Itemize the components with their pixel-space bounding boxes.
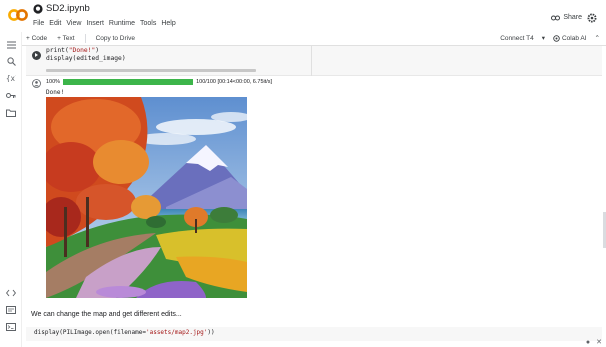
connect-button[interactable]: Connect T4	[500, 35, 533, 42]
notebook-toolbar: + Code + Text Copy to Drive Connect T4 ▾…	[0, 32, 606, 46]
progress-bar-fill	[63, 79, 194, 85]
add-code-button[interactable]: + Code	[26, 35, 47, 42]
menu-insert[interactable]: Insert	[86, 20, 104, 27]
notebook-title[interactable]: SD2.ipynb	[46, 3, 90, 14]
add-text-button[interactable]: + Text	[57, 35, 74, 42]
code-snippets-icon[interactable]	[6, 288, 16, 298]
search-icon[interactable]	[6, 56, 16, 66]
colab-ai-label: Colab AI	[561, 34, 587, 42]
left-sidebar: {x}	[0, 32, 22, 347]
code-string: "Done!"	[68, 47, 96, 54]
code-horizontal-scrollbar[interactable]	[46, 69, 256, 72]
notebook-header: SD2.ipynb File Edit View Insert Runtime …	[0, 0, 606, 32]
folder-icon[interactable]	[6, 108, 16, 118]
output-done-text: Done!	[46, 89, 65, 96]
status-dot-icon: ●	[585, 338, 591, 346]
svg-text:{x}: {x}	[6, 74, 16, 82]
next-code-fn: display(PILImage.open(filename=	[34, 329, 146, 336]
output-user-icon[interactable]	[32, 79, 41, 88]
copy-to-drive-button[interactable]: Copy to Drive	[96, 35, 135, 42]
next-code-line: display(PILImage.open(filename='assets/m…	[34, 329, 215, 336]
code-paren: )	[95, 47, 100, 54]
menu-runtime[interactable]: Runtime	[109, 20, 135, 27]
share-label: Share	[563, 14, 582, 21]
code-fn: print(	[46, 47, 69, 54]
code-cell[interactable]: print("Done!") display(edited_image)	[26, 46, 602, 76]
menu-bar: File Edit View Insert Runtime Tools Help	[33, 20, 176, 27]
toolbar-left: + Code + Text Copy to Drive	[26, 34, 135, 43]
toolbar-divider	[84, 34, 86, 43]
next-code-string: 'assets/map2.jpg'	[145, 329, 208, 336]
progress-stats: 100/100 [00:14<00:00, 6.75it/s]	[196, 79, 273, 85]
menu-file[interactable]: File	[33, 20, 44, 27]
title-row: SD2.ipynb	[33, 3, 90, 14]
terminal-icon[interactable]	[6, 322, 16, 332]
share-button[interactable]: Share	[551, 14, 582, 21]
status-row: ● ✕	[585, 338, 602, 347]
chevron-down-icon[interactable]: ▾	[542, 34, 545, 42]
code-ruler	[311, 46, 312, 76]
menu-view[interactable]: View	[66, 20, 81, 27]
next-code-paren: ))	[207, 329, 215, 336]
menu-edit[interactable]: Edit	[49, 20, 61, 27]
code-editor[interactable]: print("Done!") display(edited_image)	[46, 47, 126, 63]
next-code-cell[interactable]: display(PILImage.open(filename='assets/m…	[26, 327, 602, 341]
colab-ai-button[interactable]: Colab AI	[553, 35, 587, 42]
colab-logo-icon[interactable]	[8, 8, 28, 22]
code-line-1: print("Done!")	[46, 47, 99, 54]
chevron-up-icon[interactable]: ⌃	[595, 34, 600, 42]
menu-tools[interactable]: Tools	[140, 20, 156, 27]
close-icon[interactable]: ✕	[596, 338, 602, 346]
gear-icon[interactable]	[587, 13, 597, 23]
toolbar-right: Connect T4 ▾ Colab AI ⌃	[500, 34, 600, 43]
sparkle-icon	[553, 34, 560, 42]
code-line-2: display(edited_image)	[46, 55, 126, 62]
progress-percent: 100%	[46, 79, 61, 85]
github-icon	[33, 3, 43, 14]
markdown-text[interactable]: We can change the map and get different …	[31, 311, 182, 318]
command-palette-icon[interactable]	[6, 305, 16, 315]
run-cell-button[interactable]	[32, 51, 41, 60]
output-image-landscape	[46, 97, 247, 298]
variables-icon[interactable]: {x}	[6, 73, 16, 83]
progress-bar	[63, 79, 194, 85]
link-icon	[551, 15, 561, 20]
progress-output: 100% 100/100 [00:14<00:00, 6.75it/s]	[46, 79, 272, 85]
toc-icon[interactable]	[6, 40, 16, 50]
secrets-key-icon[interactable]	[6, 90, 16, 100]
menu-help[interactable]: Help	[161, 20, 175, 27]
